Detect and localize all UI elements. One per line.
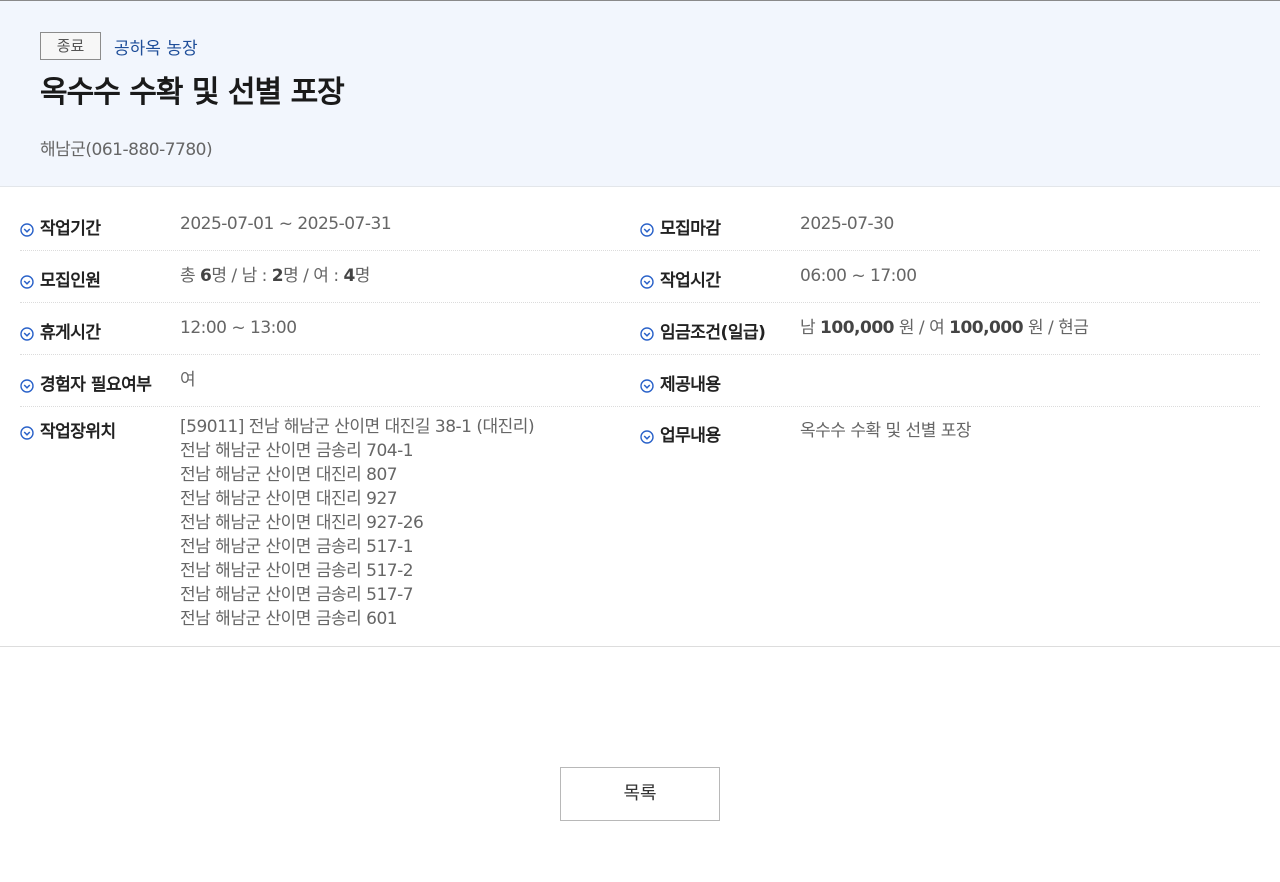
experience-cell: 경험자 필요여부 여: [20, 355, 640, 406]
address-line: 전남 해남군 산이면 대진리 927-26: [180, 513, 424, 533]
break-time-value: 12:00 ~ 13:00: [180, 318, 297, 338]
female-wage: 100,000: [949, 318, 1024, 338]
circle-chevron-down-icon: [640, 327, 654, 341]
location-cell: 작업장위치 [59011] 전남 해남군 산이면 대진길 38-1 (대진리) …: [20, 407, 640, 631]
text-segment: 명: [354, 266, 371, 286]
text-segment: 명 / 남 :: [211, 266, 272, 286]
text-segment: 명 / 여 :: [283, 266, 344, 286]
recruit-count-cell: 모집인원 총 6명 / 남 : 2명 / 여 : 4명: [20, 251, 640, 302]
circle-chevron-down-icon: [20, 275, 34, 289]
location-label: 작업장위치: [40, 422, 116, 442]
recruit-deadline-value: 2025-07-30: [800, 214, 894, 234]
experience-value: 여: [180, 370, 196, 390]
address-line: 전남 해남군 산이면 금송리 601: [180, 609, 398, 629]
job-header: 종료 공하옥 농장 옥수수 수확 및 선별 포장 해남군(061-880-778…: [0, 0, 1280, 187]
list-button[interactable]: 목록: [560, 767, 720, 821]
text-segment: 원 / 여: [893, 318, 950, 338]
work-hours-value: 06:00 ~ 17:00: [800, 266, 917, 286]
text-segment: 남: [800, 318, 821, 338]
wage-cell: 임금조건(일급) 남 100,000 원 / 여 100,000 원 / 현금: [640, 303, 1260, 354]
info-row: 경험자 필요여부 여 제공내용: [20, 355, 1260, 407]
work-period-label: 작업기간: [40, 219, 101, 239]
circle-chevron-down-icon: [640, 430, 654, 444]
job-description-label: 업무내용: [660, 426, 721, 446]
circle-chevron-down-icon: [640, 379, 654, 393]
info-row: 작업기간 2025-07-01 ~ 2025-07-31 모집마감 2025-0…: [20, 199, 1260, 251]
page-title: 옥수수 수확 및 선별 포장: [40, 75, 345, 110]
break-time-cell: 휴게시간 12:00 ~ 13:00: [20, 303, 640, 354]
job-description-value: 옥수수 수확 및 선별 포장: [800, 421, 972, 441]
work-period-cell: 작업기간 2025-07-01 ~ 2025-07-31: [20, 199, 640, 250]
job-description-cell: 업무내용 옥수수 수확 및 선별 포장: [640, 407, 1260, 631]
info-row: 모집인원 총 6명 / 남 : 2명 / 여 : 4명 작업시간 06:00 ~…: [20, 251, 1260, 303]
work-hours-label: 작업시간: [660, 271, 721, 291]
female-count: 4: [343, 266, 355, 286]
address-line: 전남 해남군 산이면 금송리 704-1: [180, 441, 414, 461]
contact-info: 해남군(061-880-7780): [40, 140, 213, 160]
circle-chevron-down-icon: [640, 275, 654, 289]
work-hours-cell: 작업시간 06:00 ~ 17:00: [640, 251, 1260, 302]
badge-row: 종료 공하옥 농장: [40, 32, 198, 60]
male-count: 2: [271, 266, 284, 286]
circle-chevron-down-icon: [20, 223, 34, 237]
text-segment: 총: [180, 266, 201, 286]
location-value: [59011] 전남 해남군 산이면 대진길 38-1 (대진리) 전남 해남군…: [180, 407, 535, 631]
address-line: 전남 해남군 산이면 대진리 927: [180, 489, 398, 509]
recruit-count-value: 총 6명 / 남 : 2명 / 여 : 4명: [180, 251, 370, 302]
total-count: 6: [200, 266, 212, 286]
break-time-label: 휴게시간: [40, 323, 101, 343]
info-row: 휴게시간 12:00 ~ 13:00 임금조건(일급) 남 100,000 원 …: [20, 303, 1260, 355]
info-row: 작업장위치 [59011] 전남 해남군 산이면 대진길 38-1 (대진리) …: [20, 407, 1260, 631]
status-badge: 종료: [40, 32, 101, 60]
provided-label: 제공내용: [660, 375, 721, 395]
text-segment: 원 / 현금: [1023, 318, 1089, 338]
job-info-table: 작업기간 2025-07-01 ~ 2025-07-31 모집마감 2025-0…: [20, 199, 1260, 629]
address-line: 전남 해남군 산이면 대진리 807: [180, 465, 398, 485]
provided-cell: 제공내용: [640, 355, 1260, 406]
farm-name: 공하옥 농장: [114, 38, 198, 59]
address-line: 전남 해남군 산이면 금송리 517-7: [180, 585, 414, 605]
circle-chevron-down-icon: [20, 327, 34, 341]
male-wage: 100,000: [820, 318, 894, 338]
recruit-deadline-label: 모집마감: [660, 219, 721, 239]
experience-label: 경험자 필요여부: [40, 375, 152, 395]
circle-chevron-down-icon: [640, 223, 654, 237]
address-line: [59011] 전남 해남군 산이면 대진길 38-1 (대진리): [180, 417, 535, 437]
recruit-count-label: 모집인원: [40, 271, 101, 291]
circle-chevron-down-icon: [20, 379, 34, 393]
recruit-deadline-cell: 모집마감 2025-07-30: [640, 199, 1260, 250]
address-line: 전남 해남군 산이면 금송리 517-2: [180, 561, 414, 581]
work-period-value: 2025-07-01 ~ 2025-07-31: [180, 214, 392, 234]
circle-chevron-down-icon: [20, 426, 34, 440]
wage-label: 임금조건(일급): [660, 323, 766, 343]
address-line: 전남 해남군 산이면 금송리 517-1: [180, 537, 414, 557]
divider: [0, 646, 1280, 647]
wage-value: 남 100,000 원 / 여 100,000 원 / 현금: [800, 303, 1089, 354]
